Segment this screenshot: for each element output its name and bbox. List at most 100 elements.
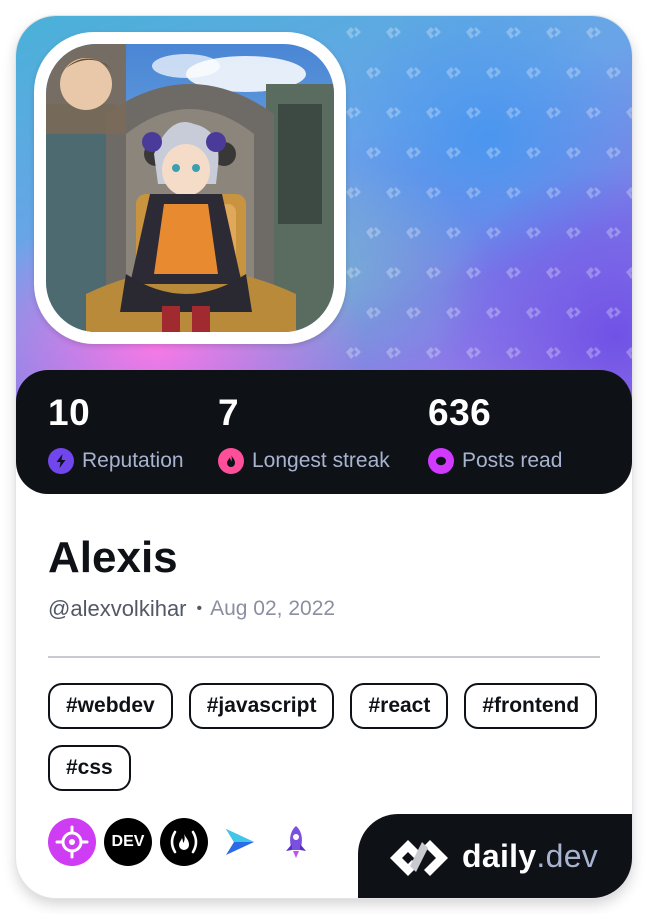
divider (48, 656, 600, 658)
bolt-icon (48, 448, 74, 474)
meta-separator: • (196, 600, 203, 617)
pattern-mark (606, 307, 621, 319)
streak-label: Longest streak (252, 449, 390, 472)
pattern-mark (386, 347, 401, 359)
pattern-mark (466, 267, 481, 279)
profile-name: Alexis (48, 533, 178, 582)
pattern-mark (546, 187, 561, 199)
crosshair-icon[interactable] (48, 818, 96, 866)
pattern-mark (406, 147, 421, 159)
pattern-mark (586, 267, 601, 279)
stats-bar: 10 Reputation 7 Longest streak 636 Posts… (16, 370, 632, 494)
pattern-mark (466, 27, 481, 39)
profile-meta: @alexvolkihar • Aug 02, 2022 (48, 596, 335, 622)
pattern-mark (586, 27, 601, 39)
dev-to-icon[interactable]: DEV (104, 818, 152, 866)
streak-value: 7 (218, 392, 240, 433)
posts-read-label: Posts read (462, 449, 563, 472)
pattern-mark (406, 307, 421, 319)
posts-read-value: 636 (428, 392, 492, 433)
pattern-mark (426, 27, 441, 39)
tag-chip[interactable]: #css (48, 745, 131, 791)
pattern-mark (346, 347, 361, 359)
pattern-mark (346, 27, 361, 39)
flame-icon (218, 448, 244, 474)
cover-image (16, 16, 632, 406)
pattern-mark (406, 67, 421, 79)
pattern-mark (546, 267, 561, 279)
pattern-mark (386, 27, 401, 39)
pattern-mark (606, 147, 621, 159)
pattern-mark (466, 347, 481, 359)
eye-icon (428, 448, 454, 474)
pattern-mark (506, 347, 521, 359)
pattern-mark (466, 187, 481, 199)
pattern-mark (446, 147, 461, 159)
pattern-mark (466, 107, 481, 119)
tag-chip[interactable]: #webdev (48, 683, 173, 729)
pattern-mark (406, 227, 421, 239)
pattern-mark (426, 107, 441, 119)
source-badges: DEV (48, 818, 328, 866)
pattern-mark (526, 307, 541, 319)
pattern-mark (386, 187, 401, 199)
pattern-mark (366, 67, 381, 79)
arrow-play-icon[interactable] (216, 818, 264, 866)
pattern-mark (486, 307, 501, 319)
pattern-mark (506, 27, 521, 39)
pattern-mark (366, 147, 381, 159)
pattern-mark (526, 227, 541, 239)
pattern-mark (346, 107, 361, 119)
pattern-mark (566, 147, 581, 159)
pattern-mark (566, 307, 581, 319)
pattern-mark (546, 347, 561, 359)
pattern-mark (386, 267, 401, 279)
avatar-frame (34, 32, 346, 344)
avatar[interactable] (46, 44, 334, 332)
tag-chip[interactable]: #react (350, 683, 449, 729)
pattern-mark (366, 227, 381, 239)
pattern-mark (546, 27, 561, 39)
pattern-mark (426, 187, 441, 199)
tag-chip[interactable]: #javascript (188, 683, 335, 729)
pattern-mark (626, 267, 632, 279)
pattern-mark (506, 187, 521, 199)
brand-footer: daily.dev (358, 814, 632, 898)
pattern-mark (486, 227, 501, 239)
profile-handle[interactable]: @alexvolkihar (48, 596, 187, 622)
pattern-mark (446, 307, 461, 319)
pattern-mark (346, 187, 361, 199)
pattern-mark (626, 347, 632, 359)
pattern-mark (446, 227, 461, 239)
joined-date: Aug 02, 2022 (210, 597, 336, 620)
pattern-mark (506, 267, 521, 279)
brand-wordmark: daily.dev (462, 837, 599, 874)
pattern-mark (486, 147, 501, 159)
pattern-mark (586, 347, 601, 359)
pattern-mark (526, 67, 541, 79)
devcard: 10 Reputation 7 Longest streak 636 Posts… (16, 16, 632, 898)
pattern-mark (606, 67, 621, 79)
rocket-icon[interactable] (272, 818, 320, 866)
pattern-mark (546, 107, 561, 119)
tag-chip[interactable]: #frontend (464, 683, 598, 729)
pattern-mark (486, 67, 501, 79)
pattern-mark (626, 187, 632, 199)
avatar-illustration (46, 44, 334, 332)
pattern-mark (366, 307, 381, 319)
daily-dev-logo-icon (390, 836, 454, 876)
reputation-value: 10 (48, 392, 91, 433)
freecodecamp-icon[interactable] (160, 818, 208, 866)
pattern-mark (346, 267, 361, 279)
pattern-mark (526, 147, 541, 159)
pattern-mark (426, 347, 441, 359)
tag-list: #webdev #javascript #react #frontend #cs… (48, 683, 608, 791)
pattern-mark (566, 67, 581, 79)
pattern-mark (586, 107, 601, 119)
pattern-mark (426, 267, 441, 279)
stat-reputation: 10 Reputation (48, 392, 184, 474)
pattern-mark (626, 27, 632, 39)
pattern-mark (626, 107, 632, 119)
pattern-mark (386, 107, 401, 119)
pattern-mark (446, 67, 461, 79)
